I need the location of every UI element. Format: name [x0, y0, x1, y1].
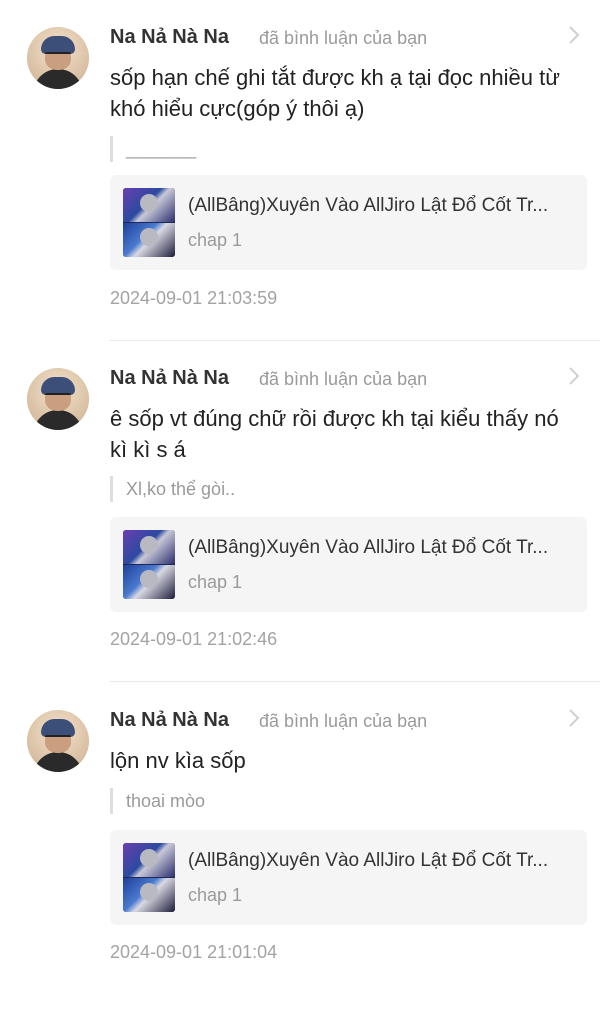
timestamp: 2024-09-01 21:03:59: [110, 288, 278, 308]
thumbnail-figure: [140, 194, 158, 212]
thumbnail-figure: [140, 570, 158, 588]
story-card[interactable]: (AllBâng)Xuyên Vào AllJiro Lật Đổ Cốt Tr…: [110, 175, 587, 270]
action-text: đã bình luận của bạn: [259, 28, 428, 48]
quoted-reply: thoai mòo: [110, 788, 586, 814]
story-thumbnail: [123, 530, 175, 599]
avatar-glasses: [45, 52, 71, 60]
action-text: đã bình luận của bạn: [259, 711, 428, 731]
comment-text: lộn nv kìa sốp: [110, 748, 246, 773]
chevron-right-icon[interactable]: [568, 365, 580, 387]
timestamp: 2024-09-01 21:01:04: [110, 942, 278, 962]
story-card[interactable]: (AllBâng)Xuyên Vào AllJiro Lật Đổ Cốt Tr…: [110, 517, 587, 612]
story-thumbnail: [123, 843, 175, 912]
user-name[interactable]: Na Nả Nà Na: [110, 26, 229, 49]
avatar[interactable]: [27, 710, 89, 772]
story-thumbnail: [123, 188, 175, 257]
story-title: (AllBâng)Xuyên Vào AllJiro Lật Đổ Cốt Tr…: [188, 850, 549, 871]
story-title: (AllBâng)Xuyên Vào AllJiro Lật Đổ Cốt Tr…: [188, 537, 549, 558]
action-text: đã bình luận của bạn: [259, 369, 428, 389]
chevron-right-icon[interactable]: [568, 707, 580, 729]
comment-notification-item[interactable]: Na Nả Nà Na đã bình luận của bạn sốp hạn…: [0, 0, 600, 341]
avatar-glasses: [45, 735, 71, 743]
avatar[interactable]: [27, 27, 89, 89]
chapter-label: chap 1: [188, 572, 243, 592]
comment-notification-feed: Na Nả Nà Na đã bình luận của bạn sốp hạn…: [0, 0, 600, 981]
avatar[interactable]: [27, 368, 89, 430]
quoted-reply: _______: [110, 136, 586, 162]
chapter-label: chap 1: [188, 885, 243, 905]
thumbnail-figure: [140, 228, 158, 246]
comment-notification-item[interactable]: Na Nả Nà Na đã bình luận của bạn ê sốp v…: [0, 341, 600, 682]
comment-notification-item[interactable]: Na Nả Nà Na đã bình luận của bạn lộn nv …: [0, 683, 600, 1024]
avatar-glasses: [45, 393, 71, 401]
timestamp: 2024-09-01 21:02:46: [110, 629, 278, 649]
story-title: (AllBâng)Xuyên Vào AllJiro Lật Đổ Cốt Tr…: [188, 195, 549, 216]
thumbnail-figure: [140, 883, 158, 901]
divider: [110, 681, 600, 682]
thumbnail-figure: [140, 536, 158, 554]
comment-text: sốp hạn chế ghi tắt được kh ạ tại đọc nh…: [110, 65, 560, 121]
chevron-right-icon[interactable]: [568, 24, 580, 46]
story-card[interactable]: (AllBâng)Xuyên Vào AllJiro Lật Đổ Cốt Tr…: [110, 830, 587, 925]
thumbnail-figure: [140, 849, 158, 867]
quoted-reply: Xl,ko thể gòi..: [110, 476, 586, 502]
user-name[interactable]: Na Nả Nà Na: [110, 709, 229, 732]
chapter-label: chap 1: [188, 230, 243, 250]
user-name[interactable]: Na Nả Nà Na: [110, 367, 229, 390]
comment-text: ê sốp vt đúng chữ rồi được kh tại kiểu t…: [110, 406, 559, 462]
